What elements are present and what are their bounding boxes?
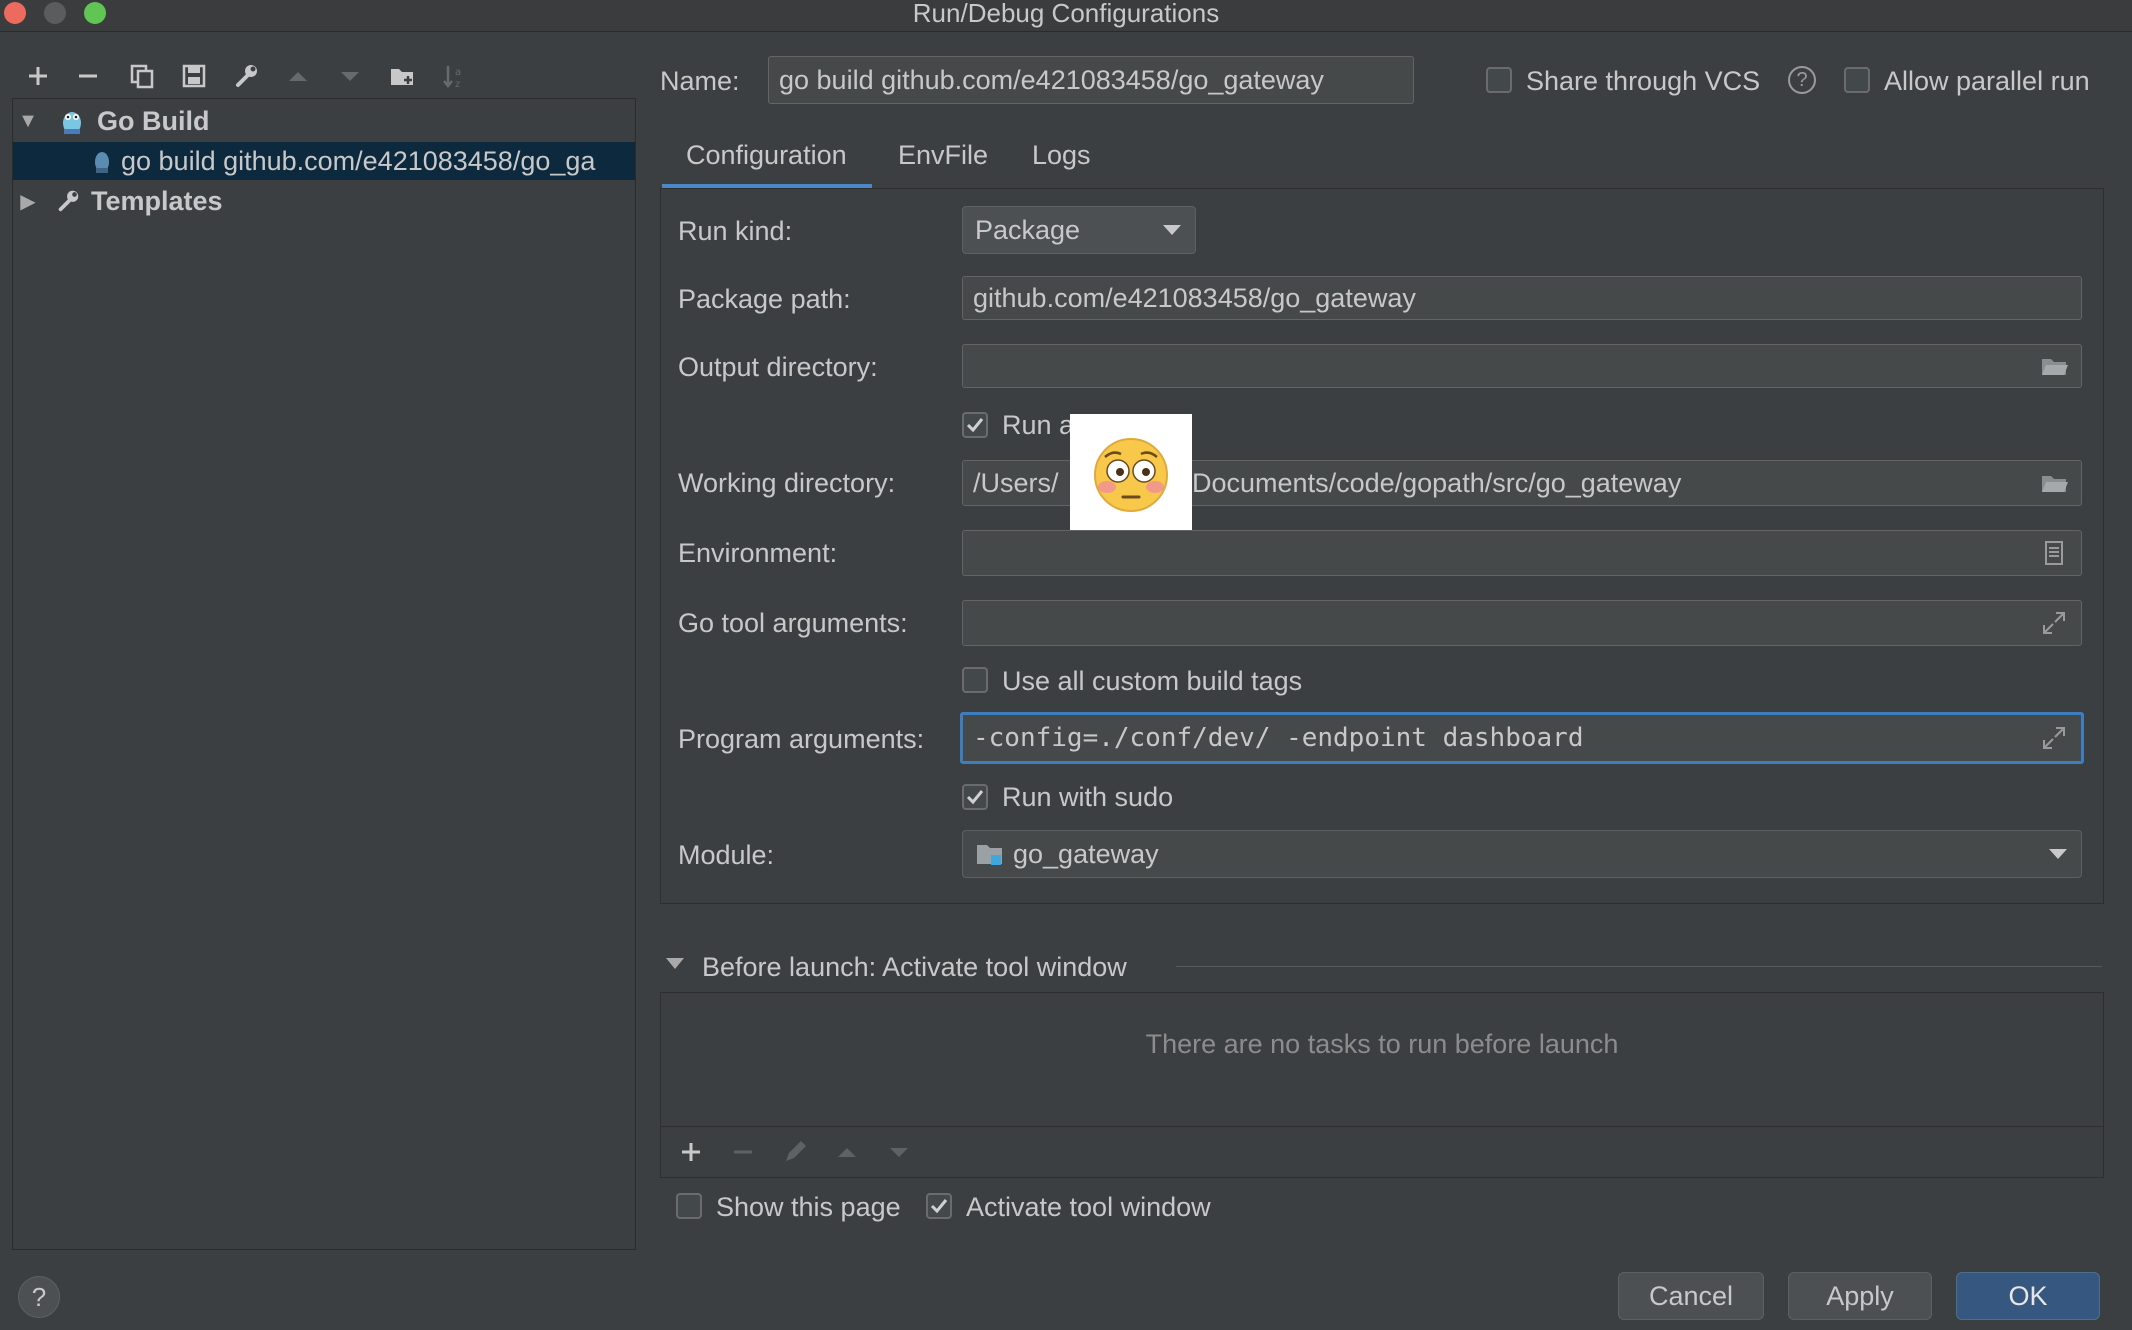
package-path-label: Package path: xyxy=(678,284,851,314)
move-up-icon[interactable] xyxy=(280,58,316,94)
share-vcs-label: Share through VCS xyxy=(1526,66,1761,96)
output-directory-label: Output directory: xyxy=(678,352,878,382)
before-launch-empty-text: There are no tasks to run before launch xyxy=(1145,1029,1619,1059)
flushed-face-emoji xyxy=(1070,414,1192,536)
save-icon[interactable] xyxy=(176,58,212,94)
module-value: go_gateway xyxy=(1013,838,1159,869)
tree-group-go-build[interactable]: ▼ Go Build xyxy=(13,102,635,140)
package-path-field[interactable]: github.com/e421083458/go_gateway xyxy=(962,276,2082,320)
move-down-icon[interactable] xyxy=(332,58,368,94)
remove-icon[interactable] xyxy=(70,58,106,94)
tab-envfile[interactable]: EnvFile xyxy=(898,140,988,171)
move-up-icon[interactable] xyxy=(833,1138,861,1166)
new-folder-icon[interactable] xyxy=(384,58,420,94)
program-args-label: Program arguments: xyxy=(678,724,925,754)
custom-tags-label: Use all custom build tags xyxy=(1002,666,1303,696)
svg-text:a: a xyxy=(455,67,461,78)
go-tool-args-field[interactable] xyxy=(962,600,2082,646)
working-directory-label: Working directory: xyxy=(678,468,896,498)
working-directory-prefix: /Users/ xyxy=(973,467,1059,498)
activate-tool-window-checkbox[interactable] xyxy=(926,1193,952,1219)
run-after-build-checkbox[interactable] xyxy=(962,412,988,438)
add-icon[interactable] xyxy=(20,58,56,94)
custom-tags-checkbox[interactable] xyxy=(962,667,988,693)
before-launch-toolbar xyxy=(660,1126,2104,1178)
allow-parallel-label: Allow parallel run xyxy=(1884,66,2090,96)
go-tool-args-label: Go tool arguments: xyxy=(678,608,908,638)
window-title: Run/Debug Configurations xyxy=(912,0,1220,28)
add-task-icon[interactable] xyxy=(677,1138,705,1166)
expand-icon[interactable] xyxy=(2039,608,2069,638)
environment-label: Environment: xyxy=(678,538,838,568)
expand-icon[interactable] xyxy=(2039,723,2069,753)
copy-icon[interactable] xyxy=(124,58,160,94)
share-vcs-checkbox[interactable] xyxy=(1486,67,1512,93)
cancel-button[interactable]: Cancel xyxy=(1618,1272,1764,1320)
move-down-icon[interactable] xyxy=(885,1138,913,1166)
activate-tool-window-label: Activate tool window xyxy=(966,1192,1211,1222)
document-icon[interactable] xyxy=(2039,538,2069,568)
folder-icon[interactable] xyxy=(2039,468,2069,498)
output-directory-field[interactable] xyxy=(962,344,2082,388)
working-directory-suffix: /Documents/code/gopath/src/go_gateway xyxy=(1184,467,1682,498)
check-icon xyxy=(966,418,984,433)
run-kind-label: Run kind: xyxy=(678,216,793,246)
chevron-down-icon[interactable] xyxy=(666,958,684,969)
show-page-label: Show this page xyxy=(716,1192,901,1222)
gopher-icon xyxy=(93,147,117,175)
ok-button[interactable]: OK xyxy=(1956,1272,2100,1320)
tree-group-label: Go Build xyxy=(97,105,210,136)
before-launch-header[interactable]: Before launch: Activate tool window xyxy=(702,952,1127,983)
chevron-down-icon[interactable]: ▼ xyxy=(13,110,43,133)
chevron-down-icon xyxy=(2049,849,2067,859)
edit-task-icon[interactable] xyxy=(781,1138,809,1166)
run-with-sudo-label: Run with sudo xyxy=(1002,782,1174,812)
check-icon xyxy=(966,790,984,805)
allow-parallel-checkbox[interactable] xyxy=(1844,67,1870,93)
module-label: Module: xyxy=(678,840,775,870)
module-select[interactable]: go_gateway xyxy=(962,830,2082,878)
title-bar: Run/Debug Configurations xyxy=(0,0,2132,32)
run-kind-value: Package xyxy=(975,214,1081,245)
tree-group-templates[interactable]: ▶ Templates xyxy=(13,182,635,220)
tree-item-label: go build github.com/e421083458/go_ga xyxy=(121,145,596,176)
tab-configuration[interactable]: Configuration xyxy=(686,140,847,171)
apply-button[interactable]: Apply xyxy=(1788,1272,1932,1320)
configurations-tree: ▼ Go Build go build github.com/e42108345… xyxy=(12,98,636,1250)
wrench-icon[interactable] xyxy=(228,58,264,94)
chevron-right-icon[interactable]: ▶ xyxy=(13,189,43,214)
environment-field[interactable] xyxy=(962,530,2082,576)
check-icon xyxy=(930,1199,948,1214)
name-label: Name: xyxy=(660,66,740,96)
sort-icon[interactable]: az xyxy=(436,58,472,94)
wrench-icon xyxy=(53,186,83,216)
tree-item-config[interactable]: go build github.com/e421083458/go_ga xyxy=(13,142,635,180)
svg-text:z: z xyxy=(455,79,460,90)
module-folder-icon xyxy=(977,845,1002,865)
tree-templates-label: Templates xyxy=(91,185,223,216)
program-args-field[interactable]: -config=./conf/dev/ -endpoint dashboard xyxy=(960,712,2084,764)
run-after-build-label: Run a xyxy=(1002,410,1075,440)
folder-icon[interactable] xyxy=(2039,351,2069,381)
section-divider xyxy=(1176,966,2102,967)
chevron-down-icon xyxy=(1163,225,1181,235)
run-with-sudo-checkbox[interactable] xyxy=(962,784,988,810)
run-kind-select[interactable]: Package xyxy=(962,206,1196,254)
remove-task-icon[interactable] xyxy=(729,1138,757,1166)
program-args-value: -config=./conf/dev/ -endpoint dashboard xyxy=(973,723,1584,753)
help-icon[interactable]: ? xyxy=(1788,66,1816,94)
help-button[interactable]: ? xyxy=(18,1276,60,1318)
tab-logs[interactable]: Logs xyxy=(1032,140,1091,171)
show-page-checkbox[interactable] xyxy=(676,1193,702,1219)
gopher-icon xyxy=(57,106,87,136)
name-field[interactable]: go build github.com/e421083458/go_gatewa… xyxy=(768,56,1414,104)
